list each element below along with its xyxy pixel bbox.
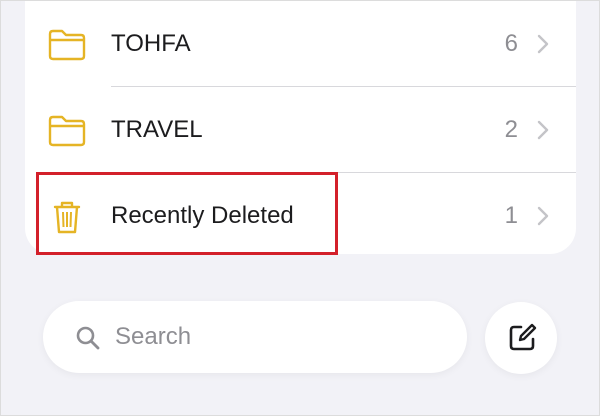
search-icon [76, 326, 100, 350]
folder-count: 2 [504, 116, 518, 143]
folder-count: 1 [504, 202, 518, 229]
compose-button[interactable] [485, 302, 557, 374]
folder-label: TRAVEL [111, 116, 203, 143]
chevron-right-icon [537, 206, 549, 226]
search-bar[interactable]: Search [43, 301, 467, 373]
notes-folder-screen: TOHFA 6 TRAVEL 2 Recently Deleted 1 Sear… [0, 0, 600, 416]
folder-icon [48, 29, 86, 61]
folder-count: 6 [504, 30, 518, 57]
highlight-box [36, 172, 338, 255]
folder-icon [48, 115, 86, 147]
folder-label: TOHFA [111, 30, 191, 57]
folder-row-tohfa[interactable]: TOHFA 6 [25, 1, 576, 87]
compose-icon [509, 323, 537, 351]
search-input[interactable]: Search [115, 301, 191, 373]
chevron-right-icon [537, 120, 549, 140]
chevron-right-icon [537, 34, 549, 54]
folder-row-travel[interactable]: TRAVEL 2 [25, 87, 576, 173]
